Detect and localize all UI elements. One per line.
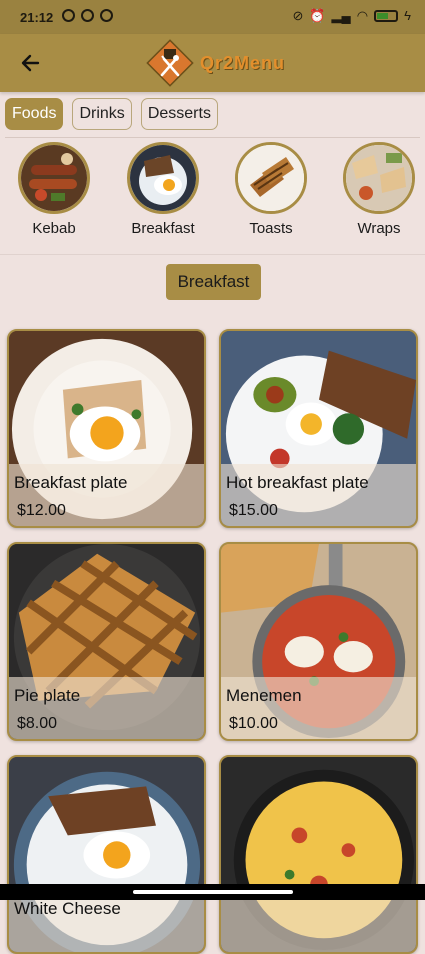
kebab-image [18,142,90,214]
subcategory-wraps[interactable]: Wraps [334,142,424,237]
signal-icon: ▂▄ [331,8,351,23]
product-name: White Cheese [14,899,121,918]
product-card[interactable]: Hot breakfast plate $15.00 [219,329,418,528]
logo-icon [146,39,194,87]
battery-icon [374,10,399,22]
subcategory-label: Toasts [249,220,293,237]
breakfast-image [127,142,199,214]
category-tabs: Foods Drinks Desserts [5,98,218,130]
product-card[interactable]: White Cheese [7,755,206,954]
wraps-image [343,142,415,214]
divider [5,137,420,138]
back-arrow-icon[interactable] [16,48,46,78]
toasts-image [235,142,307,214]
product-card[interactable]: Menemen $10.00 [219,542,418,741]
subcategory-toasts[interactable]: Toasts [226,142,316,237]
subcategory-kebab[interactable]: Kebab [9,142,99,237]
product-name: Hot breakfast plate [226,473,369,492]
product-card[interactable]: Pie plate $8.00 [7,542,206,741]
app-bar: Qr2Menu [0,34,425,92]
product-name: Breakfast plate [14,473,128,492]
tab-foods[interactable]: Foods [5,98,64,130]
subcategory-list: Kebab Breakfast Toasts Wraps [0,142,425,242]
charging-icon: ϟ [404,8,411,23]
alarm-icon: ⏰ [309,8,326,23]
notification-icon [62,9,75,22]
home-handle[interactable] [133,890,293,894]
product-price: $10.00 [229,715,278,732]
tab-desserts[interactable]: Desserts [140,98,218,130]
product-card[interactable]: Breakfast plate $12.00 [7,329,206,528]
wifi-icon: ◠ [356,8,369,23]
status-bar: 21:12 ⊘ ⏰ ▂▄ ◠ ϟ [0,0,425,34]
system-nav-bar [0,884,425,900]
subcategory-breakfast[interactable]: Breakfast [118,142,208,237]
subcategory-label: Wraps [357,220,401,237]
notification-icon [81,9,94,22]
section-title: Breakfast [166,264,261,300]
product-card[interactable] [219,755,418,954]
subcategory-label: Kebab [32,220,76,237]
dnd-icon: ⊘ [292,8,304,23]
tab-drinks[interactable]: Drinks [72,98,132,130]
subcategory-label: Breakfast [131,220,195,237]
status-time: 21:12 [20,10,54,25]
product-price: $15.00 [229,502,278,519]
brand-name: Qr2Menu [200,53,286,73]
product-name: Pie plate [14,686,81,705]
product-name: Menemen [226,686,302,705]
divider [0,254,425,255]
notification-icon [100,9,113,22]
product-price: $12.00 [17,502,66,519]
product-price: $8.00 [17,715,58,732]
